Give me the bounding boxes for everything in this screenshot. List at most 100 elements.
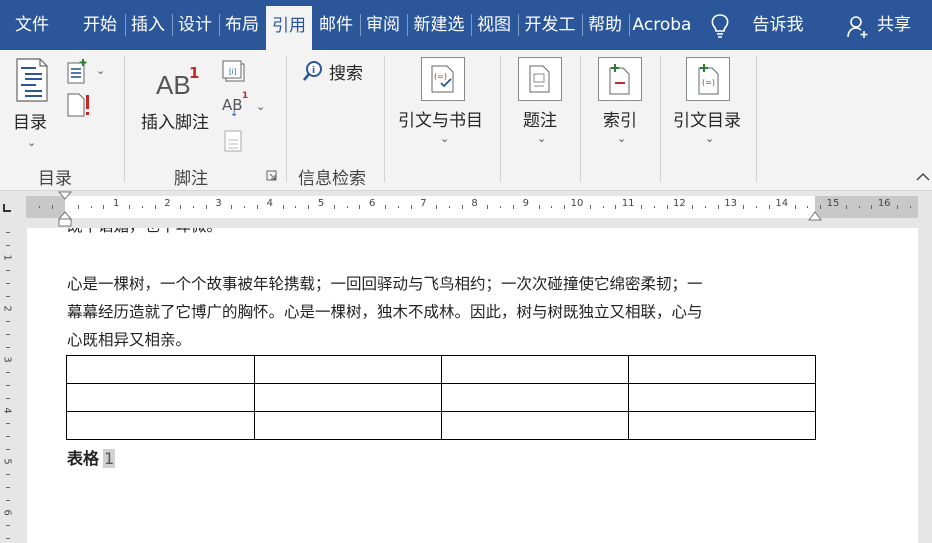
ruler-tick	[244, 206, 246, 208]
vertical-ruler-tick	[6, 346, 10, 348]
table-caption[interactable]: 表格 1	[67, 445, 116, 469]
table-cell[interactable]	[254, 411, 442, 440]
ruler-number: 6	[369, 198, 376, 209]
tab-acrobat[interactable]: Acroba	[632, 0, 692, 50]
vertical-ruler-tick	[6, 385, 10, 386]
search-button-label[interactable]: 搜索	[329, 59, 363, 84]
table-cell[interactable]	[441, 411, 629, 440]
caption-label: 表格	[67, 449, 100, 468]
insert-endnote-icon[interactable]: [i]	[221, 59, 247, 83]
chevron-down-icon[interactable]: ⌄	[705, 132, 714, 145]
tab-stop-selector-icon[interactable]	[2, 203, 12, 213]
tab-insert[interactable]: 插入	[128, 0, 168, 50]
table-cell[interactable]	[628, 355, 816, 384]
insert-footnote-label[interactable]: 插入脚注	[141, 108, 209, 133]
tab-mailings[interactable]: 邮件	[316, 0, 356, 50]
ruler-tick	[538, 205, 540, 209]
group-label-footnotes: 脚注	[174, 169, 208, 189]
show-notes-icon[interactable]	[224, 130, 242, 152]
tab-references[interactable]: 引用	[266, 6, 312, 50]
share-button[interactable]: 共享	[874, 0, 914, 50]
tab-review[interactable]: 审阅	[363, 0, 403, 50]
ruler-tick	[449, 206, 450, 208]
ruler-tick	[769, 205, 770, 209]
paragraph-line[interactable]: 心既相异又相亲。	[67, 326, 817, 354]
table-cell[interactable]	[441, 383, 629, 412]
collapse-ribbon-icon[interactable]	[916, 172, 930, 182]
ruler-tick	[39, 206, 41, 208]
ruler-tick	[717, 205, 719, 209]
chevron-down-icon[interactable]: ⌄	[27, 136, 36, 149]
add-text-icon[interactable]	[66, 58, 90, 84]
ruler-tick	[180, 205, 182, 209]
tab-layout[interactable]: 布局	[222, 0, 262, 50]
vertical-ruler-tick	[6, 538, 10, 539]
insert-footnote-icon[interactable]: AB 1	[156, 64, 206, 106]
clipped-text-line[interactable]: 既不谄媚，也不卑微。	[67, 228, 222, 236]
table-cell[interactable]	[66, 411, 255, 440]
table-cell[interactable]	[254, 383, 442, 412]
table-cell[interactable]	[628, 411, 816, 440]
next-footnote-icon[interactable]: AB 1 ↓	[222, 91, 252, 119]
ruler-tick	[615, 205, 617, 209]
ruler-tick	[500, 206, 502, 208]
tab-help[interactable]: 帮助	[585, 0, 625, 50]
group-separator	[756, 56, 757, 182]
search-icon[interactable]: i	[302, 60, 324, 82]
dialog-launcher-icon[interactable]	[266, 170, 277, 181]
tab-view[interactable]: 视图	[474, 0, 514, 50]
right-indent-marker-icon[interactable]	[808, 210, 822, 224]
superscript-glyph: 1	[242, 91, 249, 101]
chevron-down-icon[interactable]: ⌄	[537, 132, 546, 145]
table-cell[interactable]	[254, 355, 442, 384]
tab-new-group[interactable]: 新建选	[410, 0, 468, 50]
table-of-authorities-label[interactable]: 引文目录	[673, 106, 741, 131]
captions-button-icon[interactable]	[518, 57, 562, 101]
document-table[interactable]	[66, 355, 816, 440]
table-row	[66, 411, 816, 440]
ruler-number: 9	[522, 198, 529, 209]
ruler-tick	[564, 205, 566, 209]
table-cell[interactable]	[441, 355, 629, 384]
paragraph-line[interactable]: 心是一棵树，一个个故事被年轮携载；一回回驿动与飞鸟相约；一次次碰撞使它绵密柔韧；…	[67, 270, 817, 298]
vertical-ruler-number: 1	[1, 254, 13, 261]
caption-number-field[interactable]: 1	[103, 449, 116, 468]
index-button-icon[interactable]	[598, 57, 642, 101]
ruler-tick	[333, 205, 335, 209]
chevron-down-icon[interactable]: ⌄	[440, 132, 449, 145]
chevron-down-icon[interactable]: ⌄	[256, 100, 265, 113]
table-cell[interactable]	[66, 355, 255, 384]
toc-button-label[interactable]: 目录	[13, 108, 47, 133]
citations-button-icon[interactable]: (=)	[421, 57, 465, 101]
captions-label[interactable]: 题注	[523, 106, 557, 131]
tab-developer[interactable]: 开发工	[521, 0, 579, 50]
index-label[interactable]: 索引	[603, 106, 637, 131]
tab-home[interactable]: 开始	[80, 0, 120, 50]
table-cell[interactable]	[66, 383, 255, 412]
paragraph-line[interactable]: 幕幕经历造就了它博广的胸怀。心是一棵树，独木不成林。因此，树与树既独立又相联，心…	[67, 298, 817, 326]
table-cell[interactable]	[628, 383, 816, 412]
vertical-ruler-tick	[6, 270, 10, 272]
ruler-tick	[385, 205, 386, 209]
table-of-contents-icon[interactable]	[16, 58, 48, 102]
ruler-tick	[52, 205, 54, 209]
document-page[interactable]: 既不谄媚，也不卑微。 心是一棵树，一个个故事被年轮携载；一回回驿动与飞鸟相约；一…	[27, 228, 918, 543]
chevron-down-icon[interactable]: ⌄	[617, 132, 626, 145]
person-add-icon[interactable]	[846, 15, 870, 39]
ruler-tick	[410, 205, 412, 209]
tab-separator	[172, 14, 173, 36]
indent-marker-icon[interactable]	[58, 191, 72, 229]
chevron-down-icon[interactable]: ⌄	[96, 64, 105, 77]
tab-design[interactable]: 设计	[175, 0, 215, 50]
ruler-tick	[897, 205, 898, 209]
citations-label[interactable]: 引文与书目	[398, 106, 483, 131]
lightbulb-icon[interactable]	[708, 13, 732, 39]
ruler-number: 15	[826, 198, 840, 209]
vertical-ruler-tick	[6, 436, 10, 437]
update-table-icon[interactable]	[66, 92, 92, 118]
ruler-tick	[705, 206, 706, 208]
tell-me-search[interactable]: 告诉我	[748, 0, 808, 50]
ruler-tick	[193, 206, 194, 208]
tab-file[interactable]: 文件	[8, 0, 56, 50]
table-of-authorities-button-icon[interactable]: (=)	[686, 57, 730, 101]
